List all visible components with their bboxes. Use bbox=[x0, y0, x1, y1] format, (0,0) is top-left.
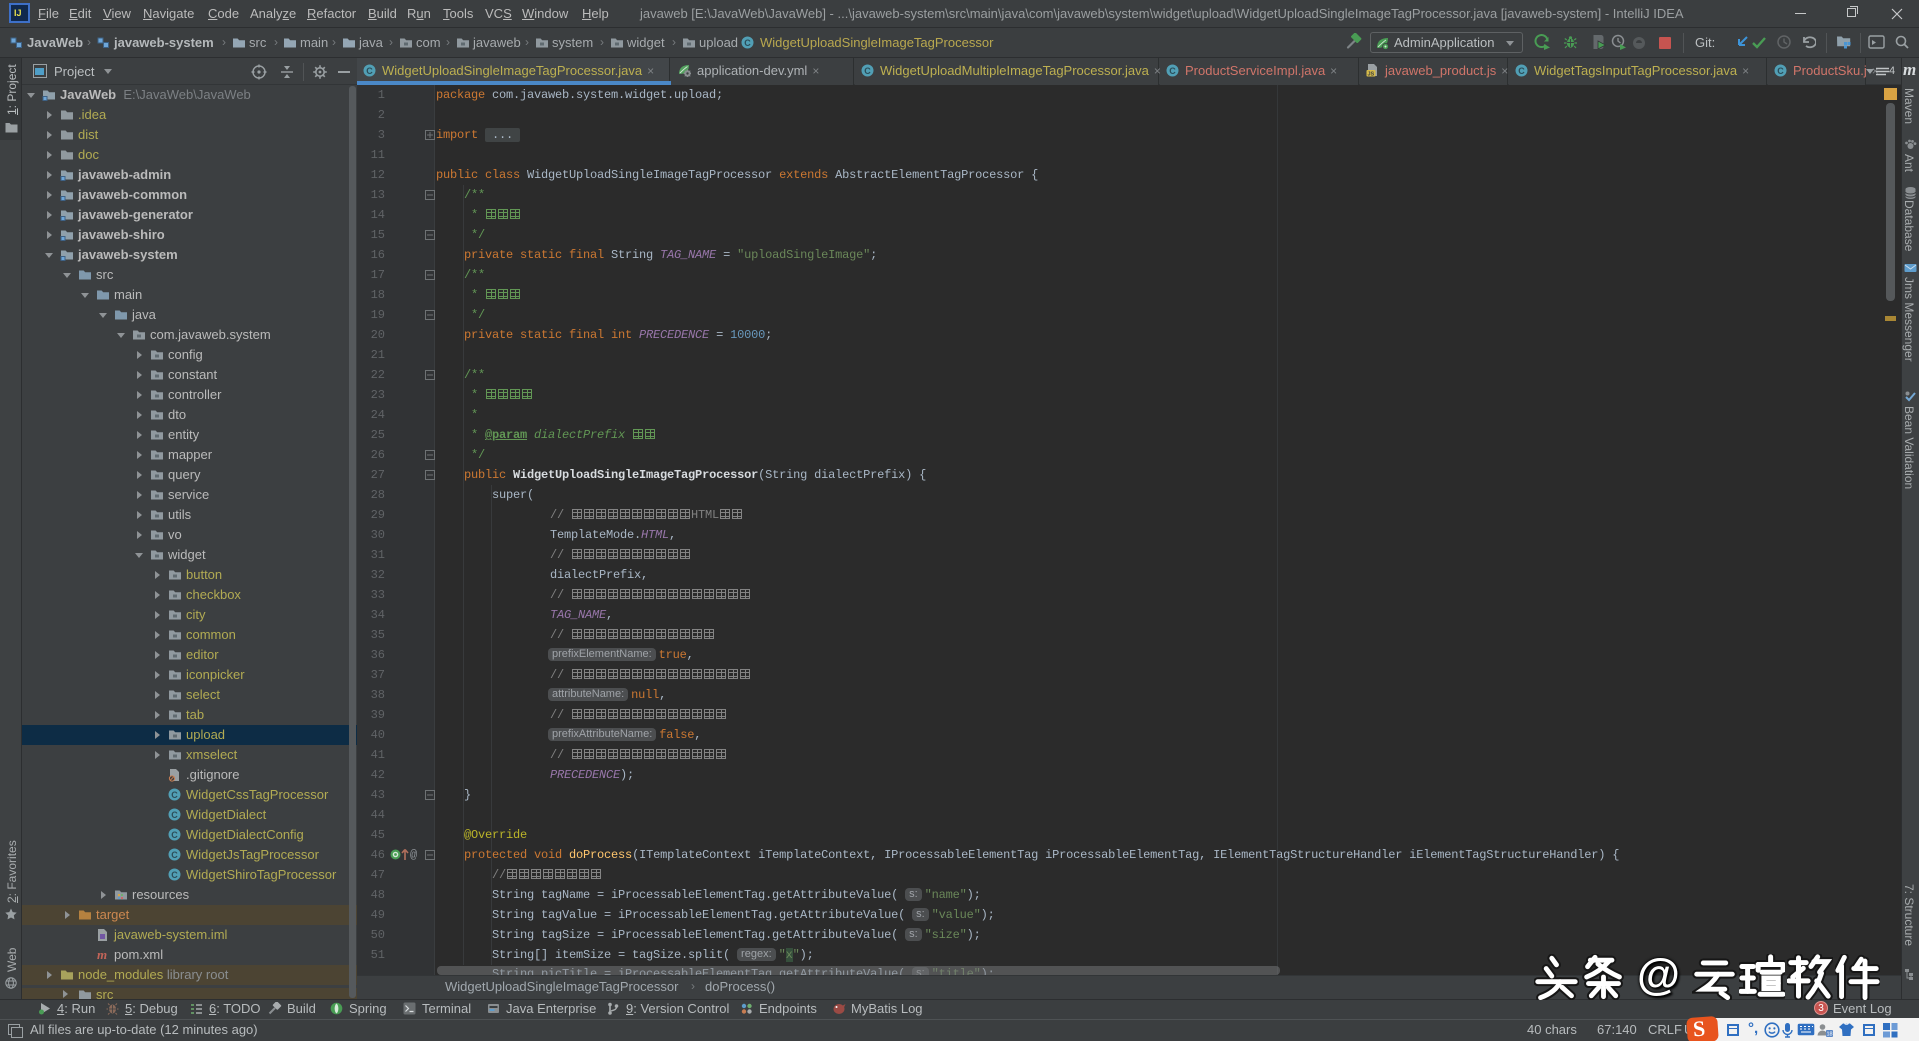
svg-text:C: C bbox=[864, 66, 871, 76]
svg-text:18: 18 bbox=[1826, 1032, 1832, 1038]
svg-text:JS: JS bbox=[1368, 72, 1375, 78]
svg-text:C: C bbox=[1518, 66, 1525, 76]
svg-text:C: C bbox=[366, 66, 373, 76]
svg-text:C: C bbox=[171, 790, 178, 800]
svg-text:C: C bbox=[171, 850, 178, 860]
svg-text:C: C bbox=[1777, 66, 1784, 76]
svg-text:C: C bbox=[171, 830, 178, 840]
svg-text:C: C bbox=[171, 810, 178, 820]
svg-text:C: C bbox=[744, 38, 751, 48]
svg-text:C: C bbox=[1169, 66, 1176, 76]
svg-text:C: C bbox=[171, 870, 178, 880]
svg-text:m: m bbox=[97, 948, 107, 961]
